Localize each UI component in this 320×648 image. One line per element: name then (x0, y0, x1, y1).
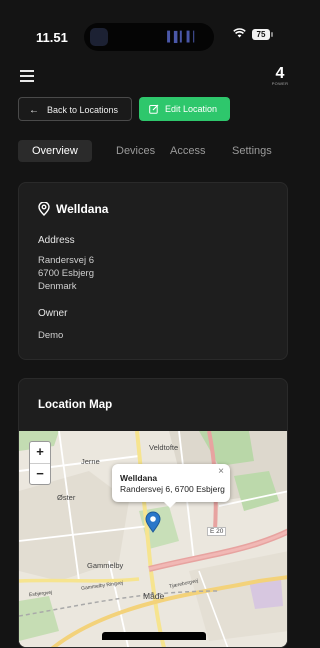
map-label-jerne: Jerne (81, 457, 100, 466)
app-indicator-icon (90, 28, 108, 46)
address-line-2: 6700 Esbjerg (38, 268, 94, 279)
audio-wave-icon: ▍▌▎▍▏ (167, 32, 201, 43)
map-marker-icon[interactable] (145, 511, 161, 533)
location-map-card: Location Map Veldtofte Jerne Øster Gamme… (18, 378, 288, 648)
wifi-icon (233, 28, 246, 38)
location-pin-icon (38, 201, 50, 216)
address-line-1: Randersvej 6 (38, 255, 94, 266)
address-label: Address (38, 235, 75, 246)
hamburger-menu-icon[interactable] (20, 70, 34, 82)
popup-address: Randersvej 6, 6700 Esbjerg (120, 484, 225, 494)
map-label-oster: Øster (57, 493, 76, 502)
tab-settings[interactable]: Settings (232, 140, 272, 162)
tab-devices[interactable]: Devices (116, 140, 155, 162)
map-popup: Welldana Randersvej 6, 6700 Esbjerg × (112, 464, 230, 508)
arrow-left-icon: ← (29, 105, 39, 116)
map-title: Location Map (38, 399, 113, 411)
logo-mark: 4 (275, 65, 285, 82)
map-label-e20: E 20 (207, 527, 227, 536)
location-name: Welldana (56, 202, 109, 216)
zoom-out-button[interactable]: − (30, 464, 50, 485)
back-button-label: Back to Locations (47, 105, 119, 115)
location-title: Welldana (38, 201, 109, 216)
address-line-3: Denmark (38, 281, 77, 292)
map-view[interactable]: Veldtofte Jerne Øster Gammelby Måde E 20… (19, 431, 287, 647)
map-label-gammelby: Gammelby (87, 561, 124, 570)
map-label-made: Måde (143, 591, 165, 601)
close-icon[interactable]: × (218, 466, 224, 477)
back-to-locations-button[interactable]: ← Back to Locations (18, 97, 132, 121)
status-bar: 11.51 ▍▌▎▍▏ 75 (0, 0, 296, 56)
owner-label: Owner (38, 308, 68, 319)
logo-sub: POWER (271, 81, 289, 86)
map-zoom-control: + − (29, 441, 51, 485)
battery-indicator: 75 (252, 29, 273, 40)
brand-logo: 4 POWER (269, 65, 291, 89)
status-time: 11.51 (36, 30, 68, 45)
edit-location-button[interactable]: Edit Location (139, 97, 230, 121)
owner-value: Demo (38, 330, 64, 341)
zoom-in-button[interactable]: + (30, 442, 50, 464)
edit-button-label: Edit Location (165, 104, 218, 114)
location-info-card: Welldana Address Randersvej 6 6700 Esbje… (18, 182, 288, 360)
home-indicator (102, 632, 206, 640)
tab-overview[interactable]: Overview (18, 140, 92, 162)
edit-icon (149, 104, 159, 114)
tab-access[interactable]: Access (170, 140, 205, 162)
popup-title: Welldana (120, 473, 158, 483)
dynamic-island: ▍▌▎▍▏ (84, 23, 214, 51)
map-label-veldtofte: Veldtofte (149, 443, 179, 452)
